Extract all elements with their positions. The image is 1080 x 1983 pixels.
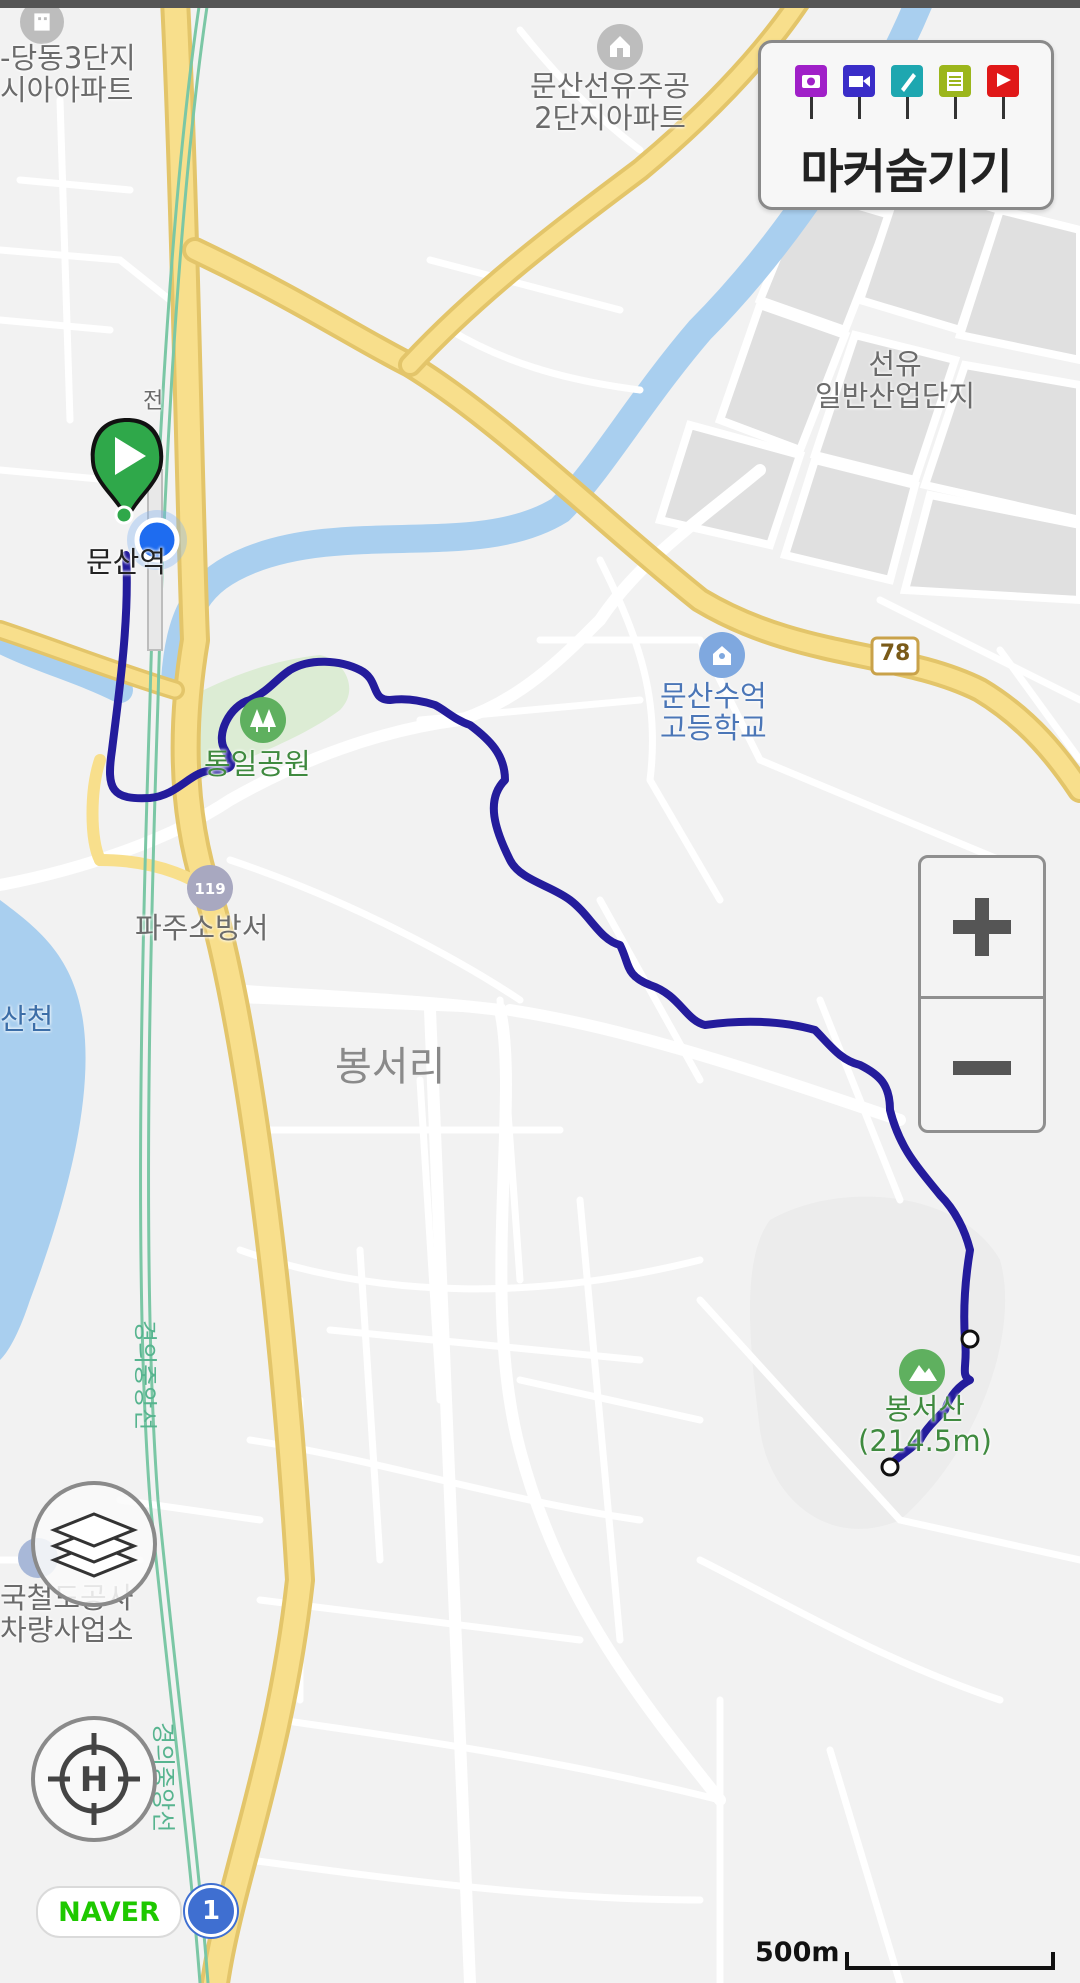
crosshair-h-icon: H bbox=[48, 1733, 140, 1825]
video-marker-icon bbox=[843, 65, 875, 119]
pin-marker-icon bbox=[891, 65, 923, 119]
label-apartment: 문산선유주공 2단지아파트 bbox=[530, 69, 691, 136]
zoom-in-button[interactable] bbox=[921, 858, 1043, 996]
label-fire-station: 파주소방서 bbox=[135, 911, 269, 945]
label-stream: 산천 bbox=[0, 1002, 54, 1036]
label-station: 문산역 bbox=[86, 545, 167, 579]
memo-marker-icon bbox=[939, 65, 971, 119]
label-station-hint: 전 bbox=[143, 389, 164, 414]
route-badge: 1 bbox=[185, 1885, 237, 1937]
label-rail-line: 경의중앙선 bbox=[131, 1320, 159, 1431]
label-industrial-complex: 선유 일반산업단지 bbox=[815, 347, 976, 414]
map-screen: 119 -당동3단지 시아아파트 문산선유주공 2단지아파트 선유 일반산업단지… bbox=[0, 0, 1080, 1983]
mountain-icon bbox=[899, 1349, 945, 1395]
status-strip bbox=[0, 0, 1080, 8]
flag-marker-icon bbox=[987, 65, 1019, 119]
locate-button[interactable]: H bbox=[31, 1716, 157, 1842]
svg-text:H: H bbox=[80, 1760, 108, 1800]
plus-icon bbox=[953, 898, 1011, 956]
waypoint-marker[interactable] bbox=[880, 1457, 900, 1477]
minus-icon bbox=[953, 1061, 1011, 1075]
label-mountain: 봉서산 (214.5m) bbox=[858, 1392, 992, 1459]
naver-logo[interactable]: NAVER bbox=[36, 1886, 182, 1938]
waypoint-marker[interactable] bbox=[960, 1329, 980, 1349]
label-park: 통일공원 bbox=[204, 747, 311, 781]
apartment-icon bbox=[597, 24, 643, 70]
marker-hide-toggle[interactable]: 마커숨기기 bbox=[758, 40, 1054, 210]
camera-marker-icon bbox=[795, 65, 827, 119]
layers-icon bbox=[49, 1512, 139, 1578]
layers-button[interactable] bbox=[31, 1481, 157, 1607]
zoom-control bbox=[918, 855, 1046, 1133]
fire-station-icon: 119 bbox=[187, 865, 233, 911]
scale-label: 500m bbox=[755, 1937, 840, 1968]
svg-text:119: 119 bbox=[194, 880, 225, 898]
scale-bar bbox=[845, 1952, 1055, 1970]
school-icon bbox=[699, 632, 745, 678]
zoom-out-button[interactable] bbox=[921, 999, 1043, 1137]
road-shield-label: 78 bbox=[879, 641, 911, 666]
label-district: 봉서리 bbox=[335, 1044, 446, 1090]
park-icon bbox=[240, 697, 286, 743]
marker-type-icons bbox=[795, 65, 1019, 121]
label-apartment: -당동3단지 시아아파트 bbox=[0, 41, 136, 108]
marker-hide-label: 마커숨기기 bbox=[800, 145, 1012, 200]
label-school: 문산수억 고등학교 bbox=[660, 679, 767, 746]
